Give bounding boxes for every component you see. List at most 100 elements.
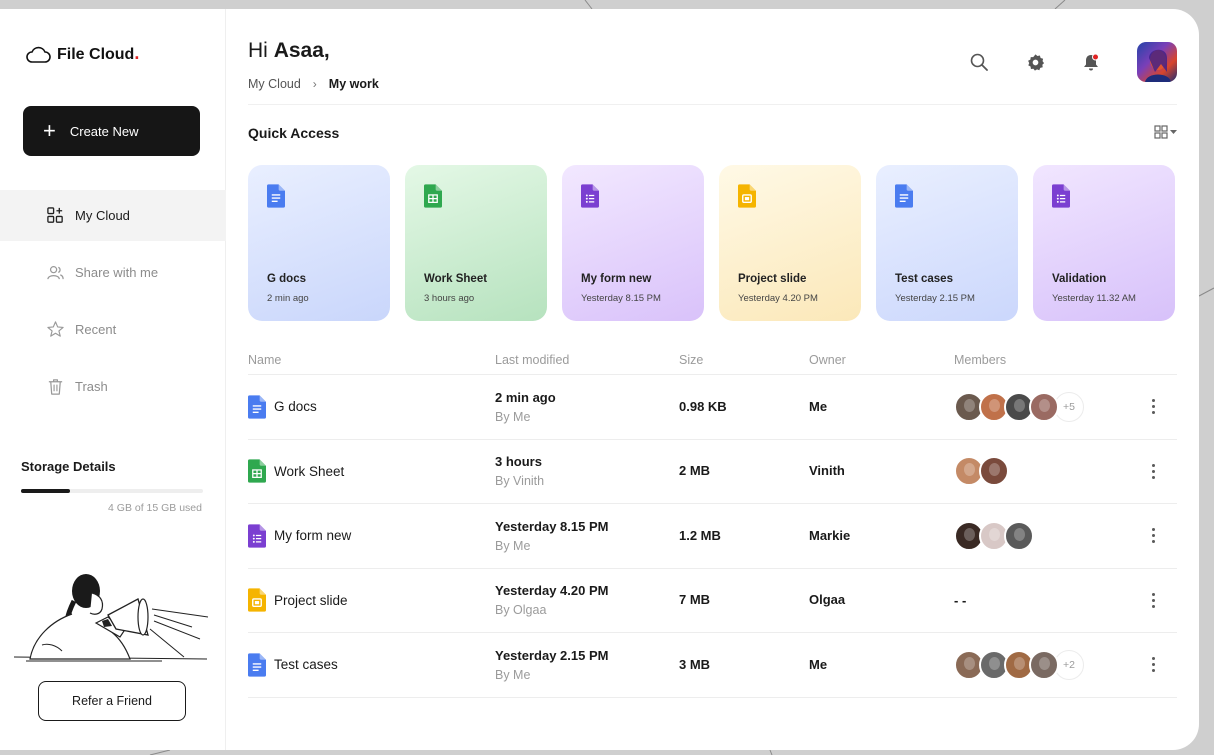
settings-button[interactable] xyxy=(1025,52,1045,72)
notifications-button[interactable] xyxy=(1081,52,1101,72)
table-row[interactable]: Work Sheet 3 hours By Vinith 2 MB Vinith xyxy=(248,440,1177,504)
modified-cell: 2 min ago By Me xyxy=(495,390,679,424)
modified-time: Yesterday 8.15 PM xyxy=(495,518,609,534)
more-options-icon[interactable] xyxy=(1152,528,1155,544)
column-header-name[interactable]: Name xyxy=(248,353,495,367)
form-file-icon xyxy=(1052,184,1070,208)
column-header-members[interactable]: Members xyxy=(954,353,1124,367)
modified-by: By Vinith xyxy=(495,474,545,489)
modified-by: By Me xyxy=(495,409,531,424)
quick-access-title: Quick Access xyxy=(248,125,340,141)
sidebar-item-label: Share with me xyxy=(75,265,159,280)
sidebar-item-share-with-me[interactable]: Share with me xyxy=(0,247,226,298)
refer-friend-button[interactable]: Refer a Friend xyxy=(38,681,186,721)
gear-icon xyxy=(1027,53,1044,71)
breadcrumb-root[interactable]: My Cloud xyxy=(248,77,301,91)
file-owner: Me xyxy=(809,656,828,672)
quick-access-card[interactable]: Work Sheet 3 hours ago xyxy=(405,165,547,321)
file-owner: Markie xyxy=(809,527,851,543)
member-avatar[interactable] xyxy=(979,456,1009,487)
star-icon xyxy=(47,321,64,337)
users-icon xyxy=(47,265,64,280)
quick-access-card[interactable]: Test cases Yesterday 2.15 PM xyxy=(876,165,1018,321)
table-row[interactable]: Project slide Yesterday 4.20 PM By Olgaa… xyxy=(248,569,1177,633)
doc-file-icon xyxy=(248,395,266,419)
cloud-icon xyxy=(26,46,51,63)
modified-time: Yesterday 4.20 PM xyxy=(495,583,609,599)
modified-by: By Olgaa xyxy=(495,603,547,618)
form-file-icon xyxy=(248,524,266,548)
quick-access-card[interactable]: Validation Yesterday 11.32 AM xyxy=(1033,165,1175,321)
card-time: 2 min ago xyxy=(267,293,309,304)
create-new-label: Create New xyxy=(69,123,139,139)
modified-cell: Yesterday 4.20 PM By Olgaa xyxy=(495,583,679,617)
quick-access-card[interactable]: Project slide Yesterday 4.20 PM xyxy=(719,165,861,321)
member-avatar[interactable] xyxy=(1029,391,1059,422)
create-new-button[interactable]: + Create New xyxy=(23,106,200,156)
file-name: G docs xyxy=(274,399,317,415)
file-owner: Me xyxy=(809,398,828,414)
members-cell: - - xyxy=(954,593,1124,608)
table-row[interactable]: My form new Yesterday 8.15 PM By Me 1.2 … xyxy=(248,504,1177,569)
chevron-down-icon xyxy=(1170,129,1177,134)
file-owner: Vinith xyxy=(809,463,845,479)
file-size: 1.2 MB xyxy=(679,527,721,543)
user-avatar[interactable] xyxy=(1137,42,1177,82)
bell-icon xyxy=(1084,53,1099,70)
file-name: My form new xyxy=(274,528,352,544)
member-avatar[interactable] xyxy=(1029,649,1059,680)
file-name-cell: Work Sheet xyxy=(248,459,495,483)
card-time: Yesterday 8.15 PM xyxy=(581,293,661,304)
card-name: Test cases xyxy=(895,273,953,285)
plus-icon: + xyxy=(43,118,56,143)
column-header-size[interactable]: Size xyxy=(679,353,809,367)
card-time: 3 hours ago xyxy=(424,293,475,304)
breadcrumb-separator: › xyxy=(312,77,317,91)
card-name: Project slide xyxy=(738,273,807,285)
view-toggle-button[interactable] xyxy=(1154,125,1177,139)
grid-apps-icon xyxy=(47,207,63,223)
sidebar-item-recent[interactable]: Recent xyxy=(0,304,226,355)
file-name-cell: G docs xyxy=(248,395,495,419)
member-avatar[interactable] xyxy=(1004,520,1034,551)
main-content: Hi Asaa, My Cloud › My work Quick Access… xyxy=(226,9,1199,750)
more-options-icon[interactable] xyxy=(1152,657,1155,673)
quick-access-card[interactable]: G docs 2 min ago xyxy=(248,165,390,321)
column-header-owner[interactable]: Owner xyxy=(809,353,954,367)
breadcrumb-current: My work xyxy=(328,77,379,91)
logo[interactable]: File Cloud . xyxy=(25,43,140,64)
sidebar-item-label: Recent xyxy=(75,322,117,337)
megaphone-person-illustration xyxy=(13,574,209,662)
form-file-icon xyxy=(581,184,599,208)
sidebar-item-label: Trash xyxy=(75,379,108,394)
slide-file-icon xyxy=(248,588,266,612)
file-owner: Olgaa xyxy=(809,592,846,608)
more-options-icon[interactable] xyxy=(1152,592,1155,608)
more-options-icon[interactable] xyxy=(1152,399,1155,415)
sidebar-item-my-cloud[interactable]: My Cloud xyxy=(0,190,226,241)
breadcrumb: My Cloud › My work xyxy=(248,77,379,91)
table-row[interactable]: Test cases Yesterday 2.15 PM By Me 3 MB … xyxy=(248,633,1177,698)
table-row[interactable]: G docs 2 min ago By Me 0.98 KB Me +5 xyxy=(248,375,1177,440)
more-options-icon[interactable] xyxy=(1152,463,1155,479)
sidebar-item-trash[interactable]: Trash xyxy=(0,361,226,412)
sidebar-nav: My Cloud Share with me Recent Trash xyxy=(0,190,226,418)
grid-view-icon xyxy=(1154,125,1168,139)
column-header-modified[interactable]: Last modified xyxy=(495,353,679,367)
file-size: 0.98 KB xyxy=(679,398,727,414)
card-name: Work Sheet xyxy=(424,273,488,285)
sidebar-item-label: My Cloud xyxy=(75,208,130,223)
search-button[interactable] xyxy=(969,52,989,72)
sheet-file-icon xyxy=(248,459,266,483)
greeting-prefix: Hi xyxy=(248,39,268,62)
header-divider xyxy=(248,104,1177,105)
app-window: File Cloud . + Create New My Cloud Share… xyxy=(0,9,1199,750)
trash-icon xyxy=(48,379,63,395)
members-cell xyxy=(954,520,1124,551)
slide-file-icon xyxy=(738,184,756,208)
modified-cell: 3 hours By Vinith xyxy=(495,454,679,488)
brand-dot: . xyxy=(134,43,140,63)
quick-access-card[interactable]: My form new Yesterday 8.15 PM xyxy=(562,165,704,321)
file-name: Work Sheet xyxy=(274,463,345,479)
search-icon xyxy=(970,53,988,71)
